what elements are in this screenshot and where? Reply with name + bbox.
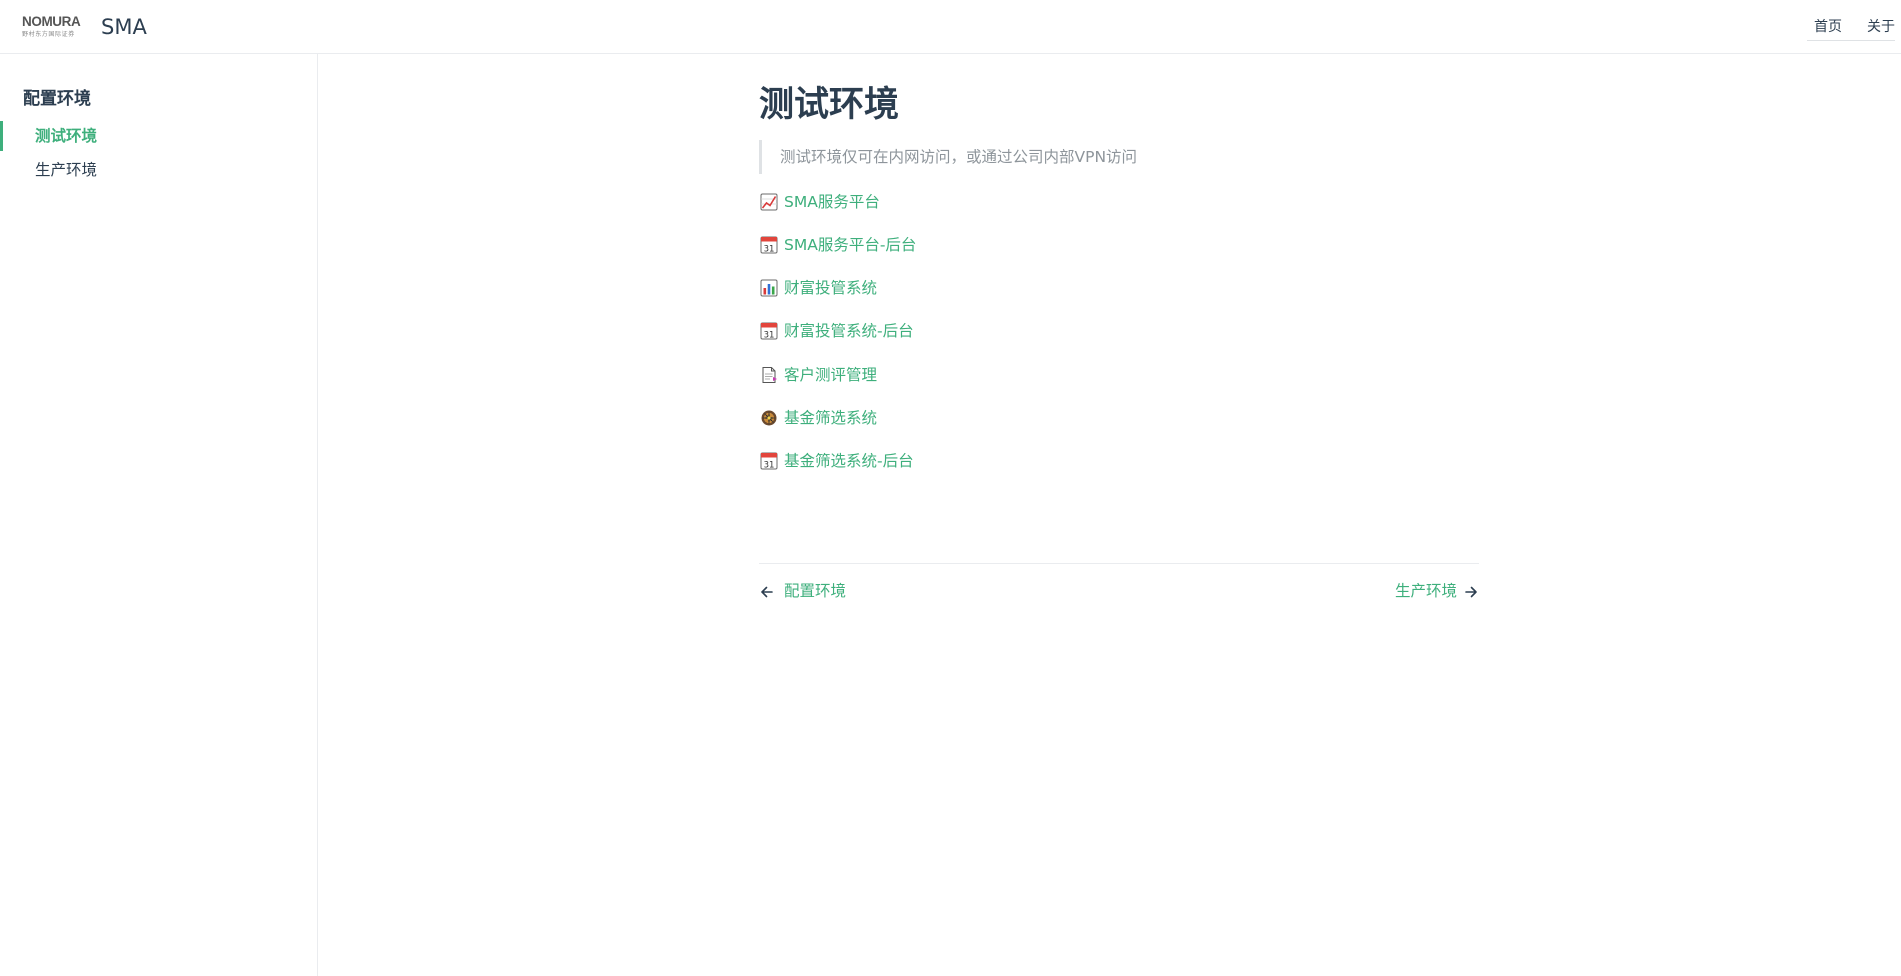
link-label: 客户测评管理 [784, 366, 878, 384]
info-note: 测试环境仅可在内网访问，或通过公司内部VPN访问 [759, 140, 1479, 174]
info-note-text: 测试环境仅可在内网访问，或通过公司内部VPN访问 [780, 148, 1138, 166]
site-title[interactable]: SMA [101, 13, 147, 41]
link-label: SMA服务平台-后台 [784, 236, 917, 254]
calendar-icon: 31 [760, 452, 778, 471]
calendar-day: 31 [764, 331, 775, 341]
nav-underline [1807, 40, 1895, 41]
nav-link-about[interactable]: 关于 [1867, 17, 1895, 37]
content-divider [759, 563, 1479, 564]
link-label: 基金筛选系统-后台 [784, 452, 914, 470]
next-page-link[interactable]: 生产环境 [1369, 580, 1479, 602]
prev-page-link[interactable]: 配置环境 [759, 580, 869, 602]
link-label: 财富投管系统-后台 [784, 322, 914, 340]
prev-page-label: 配置环境 [784, 582, 847, 600]
logo-subtitle: 野村东方国际证券 [22, 31, 75, 38]
nomura-logo[interactable]: NOMURA 野村东方国际证券 [22, 15, 84, 41]
link-label: SMA服务平台 [784, 193, 880, 211]
document-icon [760, 366, 778, 384]
sidebar-heading[interactable]: 配置环境 [23, 87, 91, 111]
sidebar-item-prod-env[interactable]: 生产环境 [0, 155, 317, 185]
nav-link-home[interactable]: 首页 [1814, 17, 1842, 37]
calendar-icon: 31 [760, 322, 778, 341]
link-label: 基金筛选系统 [784, 409, 878, 427]
bar-chart-icon [760, 279, 778, 297]
logo-wordmark: NOMURA [22, 14, 81, 29]
navbar: NOMURA 野村东方国际证券 SMA 首页 关于 [0, 0, 1901, 54]
page-title: 测试环境 [759, 85, 900, 125]
filter-wheel-icon [760, 409, 778, 427]
calendar-day: 31 [764, 245, 775, 255]
sidebar-item-label: 测试环境 [35, 127, 98, 145]
sidebar: 配置环境 测试环境 生产环境 [0, 54, 318, 976]
calendar-day: 31 [764, 461, 775, 471]
link-label: 财富投管系统 [784, 279, 878, 297]
chart-increasing-icon [760, 193, 778, 211]
arrow-left-icon [760, 584, 774, 598]
arrow-right-icon [1464, 584, 1478, 598]
next-page-label: 生产环境 [1394, 582, 1457, 600]
sidebar-item-test-env[interactable]: 测试环境 [0, 121, 317, 151]
sidebar-item-label: 生产环境 [35, 161, 98, 179]
calendar-icon: 31 [760, 236, 778, 255]
active-indicator [0, 121, 3, 151]
